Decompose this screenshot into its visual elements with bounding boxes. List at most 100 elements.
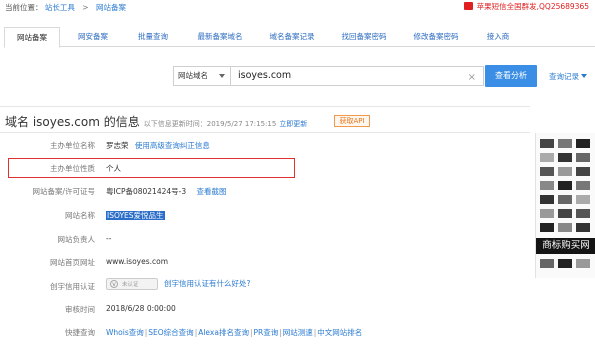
query-history-dropdown[interactable]: 查询记录 <box>549 71 587 82</box>
license-value: 粤ICP备08021424号-3 查看截图 <box>106 186 227 197</box>
get-api-button[interactable]: 获取API <box>334 115 370 127</box>
separator: | <box>279 328 282 337</box>
separator: | <box>144 328 148 337</box>
ad-logo <box>558 195 572 204</box>
search-type-select[interactable]: 网站域名 <box>173 66 230 86</box>
breadcrumb-prefix: 当前位置： <box>5 3 43 12</box>
tab-access-provider[interactable]: 接入商 <box>470 27 526 47</box>
ad-logo <box>540 153 554 162</box>
audit-label: 审核时间 <box>65 305 95 314</box>
tab-recover-password[interactable]: 找回备案密码 <box>328 27 400 47</box>
quick-links: Whois查询|SEO综合查询|Alexa排名查询|PR查询|网站测速|中文网站… <box>106 327 362 338</box>
ad-logo <box>540 139 554 148</box>
chinese-rank-link[interactable]: 中文网站排名 <box>317 328 362 337</box>
update-time: 以下信息更新时间：2019/5/27 17:15:15 <box>143 120 277 128</box>
view-screenshot-link[interactable]: 查看截图 <box>197 187 227 196</box>
credit-badge-text: 未认证 <box>122 282 139 288</box>
separator: | <box>313 328 317 337</box>
ad-logo <box>540 259 554 268</box>
ad-logo <box>540 195 554 204</box>
search-input-value: isoyes.com <box>238 70 292 81</box>
site-name-label: 网站名称 <box>65 211 95 220</box>
ad-logo <box>576 209 590 218</box>
ad-logo <box>558 153 572 162</box>
breadcrumb-separator: > <box>82 3 89 12</box>
ad-logo <box>558 139 572 148</box>
search-type-label: 网站域名 <box>178 71 208 80</box>
promo-icon <box>463 2 473 10</box>
refresh-link[interactable]: 立即更新 <box>279 120 307 128</box>
ad-logo <box>540 167 554 176</box>
tab-website-beian[interactable]: 网站备案 <box>4 27 60 48</box>
ad-logo <box>540 181 554 190</box>
credit-badge[interactable]: v 未认证 <box>106 278 158 290</box>
ad-logo <box>558 223 572 232</box>
license-label: 网站备案/许可证号 <box>32 187 95 196</box>
site-name-value: ISOYES爱悦品生 <box>106 210 165 221</box>
search-input[interactable]: isoyes.com × <box>230 66 484 86</box>
close-icon[interactable]: × <box>468 69 476 87</box>
speed-test-link[interactable]: 网站测速 <box>283 328 313 337</box>
search-button[interactable]: 查看分析 <box>485 65 537 87</box>
ad-logo <box>576 167 590 176</box>
audit-value: 2018/6/28 0:00:00 <box>106 304 176 313</box>
input-divider <box>230 70 231 83</box>
ad-banner: 商标购买网 <box>536 238 595 254</box>
chevron-down-icon <box>219 74 225 78</box>
tab-change-password[interactable]: 修改备案密码 <box>400 27 472 47</box>
check-icon: v <box>110 280 118 288</box>
nature-label: 主办单位性质 <box>50 164 95 173</box>
ad-logo <box>576 259 590 268</box>
ad-logo <box>576 139 590 148</box>
ad-logo <box>576 195 590 204</box>
top-bar: 当前位置： 站长工具 > 网站备案 苹果短信全国群发,QQ25689365 <box>0 0 595 14</box>
sponsor-value: 罗志荣 使用高级查询纠正信息 <box>106 140 210 151</box>
ad-logo <box>558 167 572 176</box>
sponsor-label: 主办单位名称 <box>50 141 95 150</box>
tab-security-beian[interactable]: 网安备案 <box>62 27 124 47</box>
homepage-label: 网站首页网址 <box>50 258 95 267</box>
pr-link[interactable]: PR查询 <box>253 328 278 337</box>
ad-logo <box>576 153 590 162</box>
divider <box>0 132 530 133</box>
ad-logo <box>576 223 590 232</box>
tab-domain-records[interactable]: 域名备案记录 <box>256 27 328 47</box>
alexa-link[interactable]: Alexa排名查询 <box>198 328 249 337</box>
ad-panel[interactable]: 商标购买网 <box>535 133 595 278</box>
quick-label: 快捷查询 <box>65 328 95 337</box>
seo-link[interactable]: SEO综合查询 <box>148 328 193 337</box>
credit-benefits-link[interactable]: 创宇信用认证有什么好处? <box>164 279 250 288</box>
chevron-down-icon <box>581 74 587 78</box>
query-history-label: 查询记录 <box>549 72 579 81</box>
page: 当前位置： 站长工具 > 网站备案 苹果短信全国群发,QQ25689365 网站… <box>0 0 595 357</box>
tab-batch-query[interactable]: 批量查询 <box>122 27 184 47</box>
ad-logo <box>558 181 572 190</box>
divider <box>0 106 530 107</box>
ad-logo <box>540 223 554 232</box>
title-main: 域名 isoyes.com 的信息 <box>5 115 140 129</box>
owner-label: 网站负责人 <box>57 235 96 244</box>
advanced-query-link[interactable]: 使用高级查询纠正信息 <box>135 141 210 150</box>
ad-logo <box>576 181 590 190</box>
ad-logo <box>558 209 572 218</box>
whois-link[interactable]: Whois查询 <box>106 328 144 337</box>
promo-link[interactable]: 苹果短信全国群发,QQ25689365 <box>463 1 589 12</box>
site-name-text: ISOYES爱悦品生 <box>106 211 165 220</box>
owner-value: -- <box>106 234 112 243</box>
promo-text: 苹果短信全国群发,QQ25689365 <box>476 2 589 11</box>
tab-latest-domains[interactable]: 最新备案域名 <box>184 27 256 47</box>
homepage-value: www.isoyes.com <box>106 257 169 266</box>
tab-bar: 网站备案 网安备案 批量查询 最新备案域名 域名备案记录 找回备案密码 修改备案… <box>4 27 595 48</box>
ad-logo <box>540 209 554 218</box>
breadcrumb-link-tools[interactable]: 站长工具 <box>45 3 75 12</box>
credit-label: 创宇信用认证 <box>50 282 95 291</box>
page-title: 域名 isoyes.com 的信息 以下信息更新时间：2019/5/27 17:1… <box>5 113 307 130</box>
ad-logo <box>558 259 572 268</box>
nature-value: 个人 <box>106 164 121 173</box>
credit-value: v 未认证 创宇信用认证有什么好处? <box>106 278 250 290</box>
sponsor-name: 罗志荣 <box>106 141 129 150</box>
breadcrumb: 当前位置： 站长工具 > 网站备案 <box>5 2 126 13</box>
separator: | <box>194 328 198 337</box>
license-number: 粤ICP备08021424号-3 <box>106 187 187 196</box>
breadcrumb-link-beian[interactable]: 网站备案 <box>96 3 126 12</box>
